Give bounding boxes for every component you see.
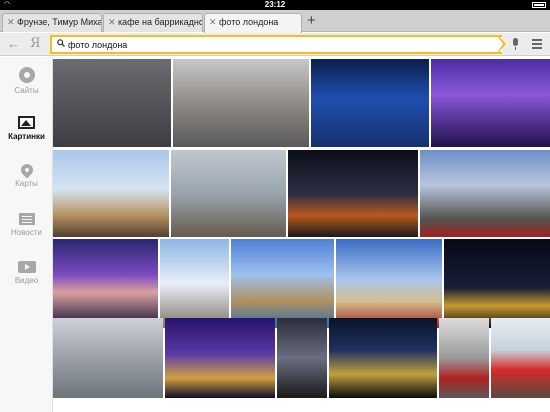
tab-label: фото лондона bbox=[219, 17, 279, 27]
image-thumbnail-phone-boxes-street[interactable] bbox=[439, 318, 489, 398]
image-thumbnail-parliament-twilight-purple[interactable] bbox=[431, 59, 550, 147]
tab-bar: ✕ Фрунзе, Тимур Михай ✕ кафе на баррикад… bbox=[0, 10, 550, 33]
image-thumbnail-red-double-decker-bus[interactable] bbox=[491, 318, 550, 398]
tab-label: Фрунзе, Тимур Михай bbox=[17, 17, 102, 27]
search-type-sidebar: Сайты Картинки Карты Новости Видео bbox=[0, 57, 53, 412]
image-thumbnail-tower-bridge-night-lights[interactable] bbox=[444, 239, 550, 328]
image-thumbnail-foggy-lamppost-night[interactable] bbox=[53, 59, 171, 147]
tab-london-photos[interactable]: ✕ фото лондона bbox=[204, 13, 302, 33]
back-arrow-icon[interactable]: ← bbox=[7, 36, 20, 51]
search-box[interactable] bbox=[50, 35, 502, 54]
map-pin-icon bbox=[18, 161, 35, 179]
image-thumbnail-parliament-street-bus[interactable] bbox=[420, 150, 550, 237]
close-tab-icon[interactable]: ✕ bbox=[7, 14, 15, 31]
close-tab-icon[interactable]: ✕ bbox=[108, 14, 116, 31]
image-results-grid bbox=[53, 59, 550, 412]
image-thumbnail-aerial-city-dome[interactable] bbox=[173, 59, 309, 147]
tab-cafe[interactable]: ✕ кафе на баррикадной bbox=[103, 13, 203, 32]
image-thumbnail-big-ben-daylight[interactable] bbox=[53, 150, 169, 237]
search-input[interactable] bbox=[68, 38, 488, 52]
video-icon bbox=[17, 261, 36, 273]
status-time: 23:12 bbox=[264, 0, 286, 9]
sidebar-item-label: Новости bbox=[11, 228, 42, 237]
image-thumbnail-palace-night-lights[interactable] bbox=[329, 318, 437, 398]
yandex-logo[interactable]: Я bbox=[30, 36, 41, 51]
sidebar-item-label: Картинки bbox=[8, 132, 45, 141]
search-icon bbox=[57, 39, 65, 49]
sidebar-item-news[interactable]: Новости bbox=[0, 213, 53, 237]
image-thumbnail-tower-bridge-river-day[interactable] bbox=[171, 150, 286, 237]
image-thumbnail-trafalgar-fountain-night[interactable] bbox=[288, 150, 418, 237]
sidebar-item-label: Видео bbox=[14, 276, 39, 285]
image-thumbnail-parliament-dusk-lights[interactable] bbox=[165, 318, 275, 398]
sidebar-item-sites[interactable]: Сайты bbox=[0, 67, 53, 95]
sidebar-item-maps[interactable]: Карты bbox=[0, 161, 53, 188]
sidebar-item-label: Сайты bbox=[14, 86, 39, 95]
news-icon bbox=[18, 213, 35, 225]
image-thumbnail-nelson-column-sky[interactable] bbox=[160, 239, 229, 328]
image-thumbnail-thames-aerial-fog[interactable] bbox=[53, 318, 163, 398]
sidebar-item-video[interactable]: Видео bbox=[0, 261, 53, 285]
search-submit-arrow-inner bbox=[498, 37, 503, 51]
sidebar-item-label: Карты bbox=[15, 179, 38, 188]
status-bar: ◠ 23:12 bbox=[0, 0, 550, 10]
image-thumbnail-big-ben-bus-sky[interactable] bbox=[336, 239, 442, 328]
image-thumbnail-big-ben-street-taxi[interactable] bbox=[277, 318, 327, 398]
menu-icon[interactable] bbox=[532, 39, 542, 51]
address-bar: ← Я bbox=[0, 33, 550, 56]
pictures-icon bbox=[18, 116, 35, 129]
microphone-icon[interactable] bbox=[513, 38, 518, 50]
battery-icon bbox=[532, 2, 546, 8]
close-tab-icon[interactable]: ✕ bbox=[209, 14, 217, 31]
image-thumbnail-tower-bridge-night-blue[interactable] bbox=[311, 59, 429, 147]
sites-icon bbox=[18, 67, 35, 83]
tab-frunze[interactable]: ✕ Фрунзе, Тимур Михай bbox=[2, 13, 102, 32]
image-thumbnail-tower-bridge-purple-sky[interactable] bbox=[53, 239, 158, 328]
sidebar-item-pictures[interactable]: Картинки bbox=[0, 116, 53, 141]
tab-label: кафе на баррикадной bbox=[118, 17, 203, 27]
image-thumbnail-parliament-river-blue[interactable] bbox=[231, 239, 334, 328]
new-tab-button[interactable]: + bbox=[307, 12, 316, 30]
